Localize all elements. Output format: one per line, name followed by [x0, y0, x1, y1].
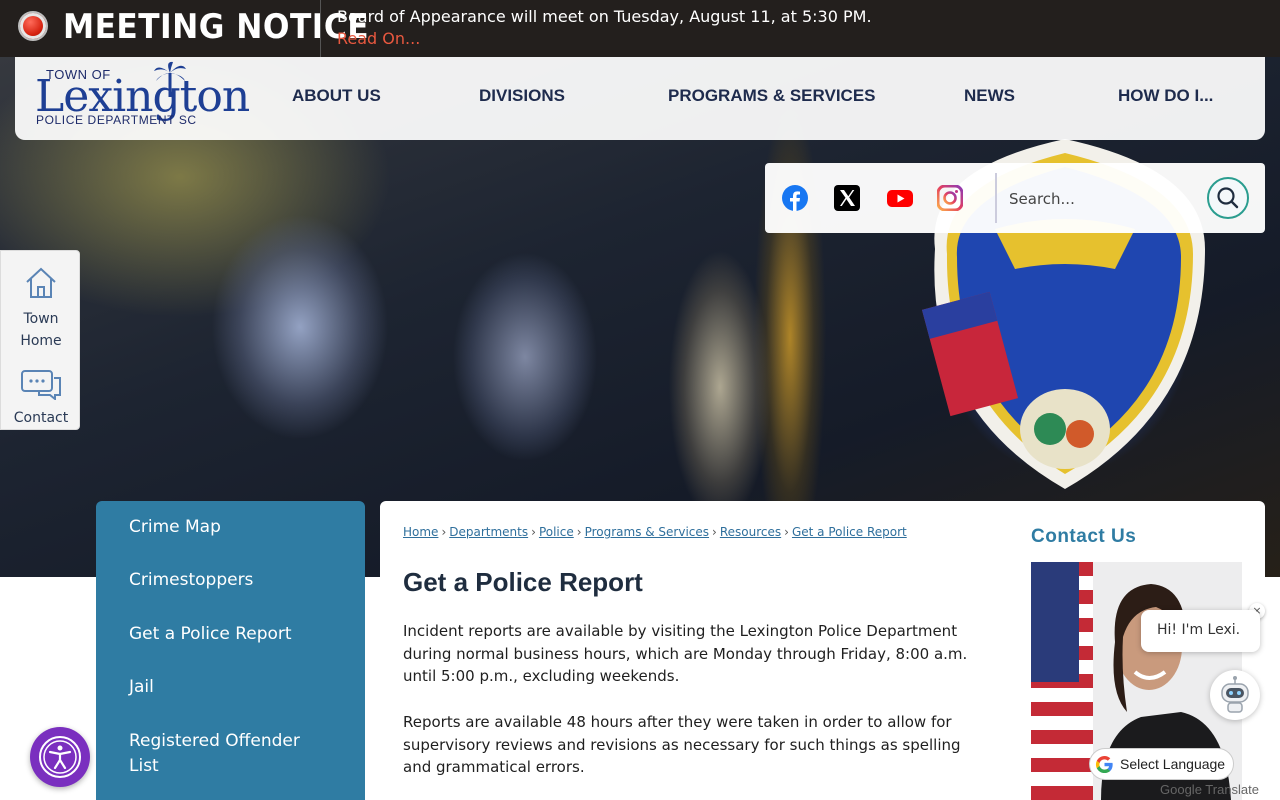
- alert-light-icon: [18, 11, 48, 41]
- page-title: Get a Police Report: [403, 567, 643, 597]
- breadcrumb-separator: ›: [531, 525, 536, 539]
- nav-about-us[interactable]: ABOUT US: [292, 86, 381, 106]
- lexington-police-logo[interactable]: TOWN OF Lexington POLICE DEPARTMENT SC: [35, 61, 250, 136]
- social-search-bar: [765, 163, 1265, 233]
- alert-title: MEETING NOTICE: [63, 7, 370, 47]
- breadcrumb-resources[interactable]: Resources: [720, 525, 781, 539]
- flag-image: [1031, 562, 1093, 800]
- breadcrumb-home[interactable]: Home: [403, 525, 438, 539]
- meeting-notice-bar: MEETING NOTICE Board of Appearance will …: [0, 0, 1280, 57]
- nav-programs-services[interactable]: PROGRAMS & SERVICES: [668, 86, 876, 106]
- google-g-icon: [1095, 755, 1113, 774]
- accessibility-icon: [39, 736, 81, 778]
- breadcrumb-police[interactable]: Police: [539, 525, 574, 539]
- main-navigation: TOWN OF Lexington POLICE DEPARTMENT SC A…: [15, 57, 1265, 140]
- breadcrumb: Home › Departments › Police › Programs & Servi…: [403, 525, 907, 539]
- contact-us-heading: Contact Us: [1031, 526, 1137, 547]
- quick-link-town-home[interactable]: Town Home: [1, 265, 81, 352]
- quick-link-contact[interactable]: Contact: [1, 368, 81, 429]
- powered-by-google-translate[interactable]: Google Translate: [1160, 782, 1259, 797]
- breadcrumb-separator: ›: [441, 525, 447, 539]
- accessibility-button[interactable]: [30, 727, 90, 787]
- chat-icon: [21, 370, 61, 402]
- town-home-label-line1: Town: [23, 311, 59, 327]
- breadcrumb-separator: ›: [784, 525, 789, 539]
- menu-item-crime-map[interactable]: Crime Map: [129, 515, 221, 540]
- palmetto-icon: [154, 61, 186, 97]
- paragraph-availability: Reports are available 48 hours after the…: [403, 713, 961, 776]
- read-on-link[interactable]: Read On...: [337, 29, 420, 48]
- chatbot-button[interactable]: [1210, 670, 1260, 720]
- breadcrumb-separator: ›: [712, 525, 717, 539]
- search-icon: [1217, 187, 1239, 209]
- chat-greeting-text: Hi! I'm Lexi.: [1157, 622, 1241, 638]
- menu-item-jail[interactable]: Jail: [129, 675, 154, 700]
- contact-label: Contact: [13, 410, 69, 426]
- youtube-icon[interactable]: [886, 185, 914, 211]
- quick-links-panel: Town Home Contact: [0, 250, 80, 430]
- paragraph-hours: Incident reports are available by visiti…: [403, 622, 968, 685]
- breadcrumb-current[interactable]: Get a Police Report: [792, 525, 907, 539]
- nav-news[interactable]: NEWS: [964, 86, 1015, 106]
- town-home-label-line2: Home: [20, 333, 62, 349]
- breadcrumb-departments[interactable]: Departments: [449, 525, 528, 539]
- x-icon[interactable]: [834, 185, 860, 211]
- select-language-label: Select Language: [1120, 756, 1226, 772]
- language-select[interactable]: Select Language: [1089, 748, 1234, 780]
- logo-line3: POLICE DEPARTMENT SC: [36, 113, 197, 127]
- search-button[interactable]: [1207, 177, 1249, 219]
- alert-message: Board of Appearance will meet on Tuesday…: [337, 7, 872, 26]
- breadcrumb-separator: ›: [576, 525, 582, 539]
- chat-greeting-bubble[interactable]: Hi! I'm Lexi.: [1141, 610, 1260, 652]
- social-divider: [995, 173, 997, 223]
- facebook-icon[interactable]: [782, 185, 808, 211]
- breadcrumb-programs-services[interactable]: Programs & Services: [585, 525, 709, 539]
- home-icon: [26, 267, 56, 298]
- menu-item-registered-offender-list[interactable]: Registered Offender List: [129, 729, 329, 779]
- menu-item-crimestoppers[interactable]: Crimestoppers: [129, 568, 253, 593]
- section-menu: Crime Map Crimestoppers Get a Police Rep…: [96, 501, 365, 800]
- nav-how-do-i[interactable]: HOW DO I...: [1118, 86, 1213, 106]
- menu-item-get-police-report[interactable]: Get a Police Report: [129, 622, 292, 647]
- robot-icon: [1221, 676, 1249, 713]
- search-input[interactable]: [1007, 178, 1201, 220]
- alert-divider: [320, 0, 321, 57]
- instagram-icon[interactable]: [937, 185, 963, 211]
- nav-divisions[interactable]: DIVISIONS: [479, 86, 565, 106]
